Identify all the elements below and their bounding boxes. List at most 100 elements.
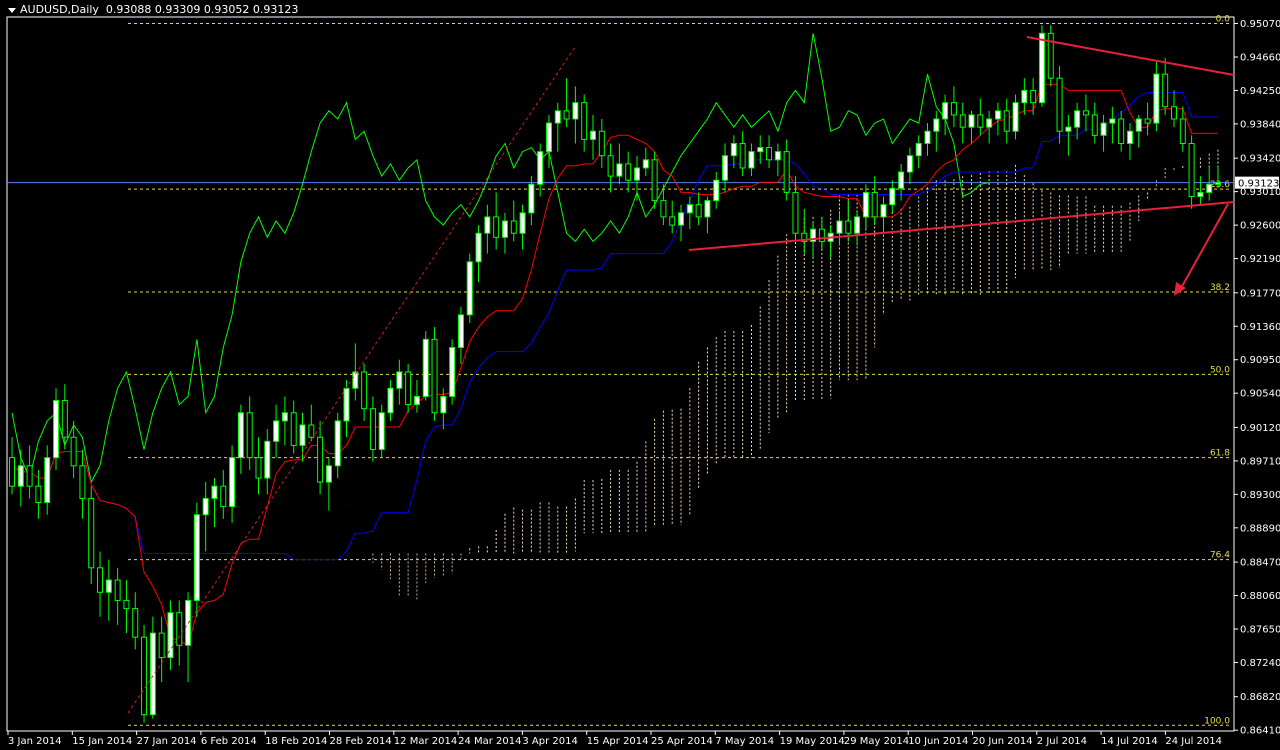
arrow-shaft (1179, 203, 1229, 291)
candle-body (9, 457, 15, 487)
x-tick-label: 15 Apr 2014 (587, 736, 649, 747)
x-tick-label: 2 Jul 2014 (1037, 736, 1087, 747)
candlestick-chart[interactable]: 0.0 23.6 38.2 50.0 61.8 76.4 100.0 0.95070 0.946… (0, 0, 1280, 750)
candle-body (554, 110, 561, 124)
candle-body (986, 118, 993, 128)
candle-body (378, 412, 385, 450)
candle-body (17, 465, 24, 487)
candle-body (334, 420, 341, 467)
chart-area[interactable]: AUDUSD,Daily 0.93088 0.93309 0.93052 0.9… (0, 0, 1280, 750)
dropdown-triangle-icon[interactable] (8, 7, 16, 13)
candle-body (369, 408, 376, 450)
candle-body (774, 151, 781, 161)
candle-body (704, 200, 711, 218)
candle-body (1179, 118, 1186, 144)
candle-body (748, 151, 755, 169)
candle-body (695, 204, 702, 218)
y-tick-label: 0.92600 (1240, 221, 1280, 232)
candle-body (1118, 118, 1125, 144)
ohlc-values: 0.93088 0.93309 0.93052 0.93123 (105, 3, 299, 16)
candle-body (114, 579, 121, 601)
candle-body (924, 130, 931, 144)
candle-body (132, 608, 139, 638)
price-tag-label: 0.93123 (1238, 179, 1279, 190)
candle-body (730, 142, 737, 157)
candle-body (431, 338, 438, 414)
candle-body (299, 424, 306, 446)
y-tick-label: 0.92190 (1240, 254, 1280, 265)
candle-body (466, 261, 473, 316)
candle-body (642, 159, 649, 169)
candle-body (880, 204, 887, 218)
x-tick-label: 3 Apr 2014 (522, 736, 577, 747)
candle-body (79, 465, 86, 499)
candle-body (589, 130, 596, 140)
candle-body (581, 102, 588, 140)
candle-body (537, 151, 544, 185)
y-tick-label: 0.95070 (1240, 19, 1280, 30)
y-tick-label: 0.89710 (1240, 456, 1280, 467)
y-tick-label: 0.94250 (1240, 86, 1280, 97)
candle-body (141, 636, 148, 716)
candle-body (792, 191, 799, 234)
symbol-label: AUDUSD,Daily (20, 3, 99, 16)
candle-body (281, 412, 288, 422)
candle-body (1056, 77, 1063, 132)
candle-body (1100, 122, 1107, 136)
candle-body (308, 424, 315, 438)
fibonacci-levels: 0.0 23.6 38.2 50.0 61.8 76.4 100.0 (128, 15, 1232, 726)
chart-title: AUDUSD,Daily 0.93088 0.93309 0.93052 0.9… (8, 3, 298, 16)
candle-body (457, 314, 464, 348)
y-tick-label: 0.86820 (1240, 692, 1280, 703)
candle-body (722, 155, 729, 181)
fib-label: 38.2 (1210, 283, 1230, 293)
candle-body (343, 387, 350, 422)
candle-body (1206, 183, 1213, 193)
y-tick-label: 0.90120 (1240, 423, 1280, 434)
candle-body (519, 212, 526, 234)
candle-body (361, 371, 368, 410)
candle-body (968, 114, 975, 128)
y-tick-label: 0.89300 (1240, 490, 1280, 501)
candle-body (246, 412, 253, 459)
y-tick-label: 0.87240 (1240, 658, 1280, 669)
candle-body (1012, 102, 1019, 132)
x-tick-label: 15 Jan 2014 (72, 736, 132, 747)
x-tick-label: 29 May 2014 (844, 736, 909, 747)
x-tick-label: 19 May 2014 (780, 736, 845, 747)
x-tick-label: 25 Apr 2014 (651, 736, 713, 747)
candle-body (942, 102, 949, 120)
candle-body (1030, 89, 1037, 104)
candle-body (440, 395, 447, 414)
candle-body (669, 216, 676, 226)
y-tick-label: 0.88470 (1240, 558, 1280, 569)
x-tick-label: 7 May 2014 (715, 736, 774, 747)
candle-body (1215, 182, 1221, 185)
fib-label: 50.0 (1210, 365, 1230, 375)
candle-body (528, 183, 535, 214)
candle-body (607, 155, 614, 177)
y-tick-label: 0.94660 (1240, 52, 1280, 63)
candle-body (211, 485, 218, 499)
candle-body (545, 122, 552, 153)
candle-body (845, 220, 852, 234)
candle-body (915, 142, 922, 157)
candle-body (396, 371, 403, 389)
x-tick-label: 6 Feb 2014 (201, 736, 257, 747)
candle-body (387, 387, 394, 414)
candle-body (616, 163, 623, 177)
y-tick-label: 0.88060 (1240, 591, 1280, 602)
candle-body (994, 110, 1001, 120)
candle-body (898, 171, 905, 189)
candle-body (44, 457, 51, 504)
candle-body (422, 338, 429, 397)
candle-body (352, 371, 359, 389)
candle-body (651, 159, 658, 202)
candle-body (862, 191, 869, 218)
candle-body (449, 346, 456, 397)
candle-body (35, 485, 42, 504)
y-tick-label: 0.88890 (1240, 523, 1280, 534)
candle-body (1021, 89, 1028, 104)
candle-body (906, 155, 913, 173)
x-tick-label: 18 Feb 2014 (265, 736, 327, 747)
